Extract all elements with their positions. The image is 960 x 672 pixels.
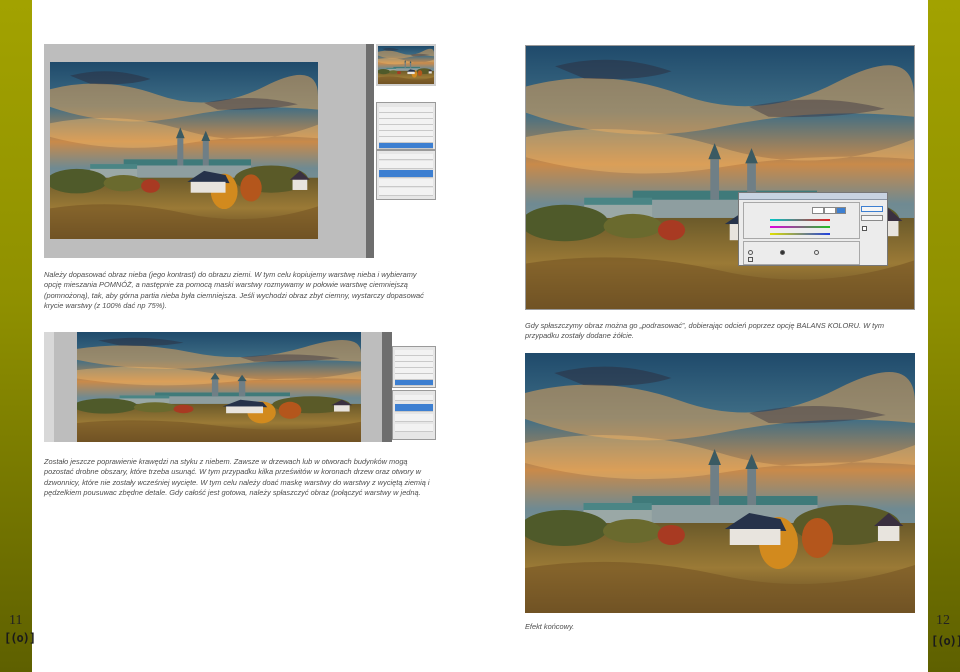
caption-bottom-right: Efekt końcowy. <box>525 622 575 631</box>
layers-panel <box>376 150 436 200</box>
radio-waves-icon-right: [(o)] <box>931 634 960 648</box>
cyan-red-slider[interactable] <box>770 219 830 221</box>
right-side-bar <box>928 0 960 672</box>
panel-scrollbar <box>366 44 374 258</box>
shadows-radio[interactable] <box>748 250 753 255</box>
preserve-luminosity-checkbox[interactable] <box>748 257 753 262</box>
layers-panel-2 <box>392 390 436 440</box>
caption-top-left: Należy dopasować obraz nieba (jego kontr… <box>44 270 424 311</box>
ok-button[interactable] <box>861 206 883 212</box>
preview-checkbox[interactable] <box>862 226 867 231</box>
left-side-bar <box>0 0 32 672</box>
blend-mode-menu-panel-2 <box>392 346 436 388</box>
panel-scrollbar-2 <box>382 332 392 442</box>
right-page-number: 12 <box>936 613 950 628</box>
highlights-radio[interactable] <box>814 250 819 255</box>
color-balance-dialog <box>738 192 888 266</box>
sky-and-land-photo-1 <box>50 62 318 239</box>
tone-balance-group <box>743 241 860 265</box>
caption-top-right: Gdy spłaszczymy obraz można go „podrasow… <box>525 321 885 341</box>
tools-bar <box>44 332 54 442</box>
level-input-3[interactable] <box>836 207 846 214</box>
dialog-title-bar <box>739 193 887 200</box>
level-input-1[interactable] <box>812 207 824 214</box>
color-balance-group <box>743 202 860 239</box>
caption-bottom-left: Zostało jeszcze poprawienie krawędzi na … <box>44 457 430 498</box>
magenta-green-slider[interactable] <box>770 226 830 228</box>
left-page-number: 11 <box>9 613 23 628</box>
cancel-button[interactable] <box>861 215 883 221</box>
color-balance-photo <box>525 45 915 310</box>
blend-mode-menu-panel <box>376 102 436 150</box>
yellow-blue-slider[interactable] <box>770 233 830 235</box>
radio-waves-icon: [(o)] <box>4 631 36 645</box>
level-input-2[interactable] <box>824 207 836 214</box>
midtones-radio[interactable] <box>780 250 785 255</box>
final-effect-photo <box>525 353 915 613</box>
navigator-thumbnail <box>376 44 436 86</box>
sky-and-land-photo-2 <box>77 332 361 442</box>
